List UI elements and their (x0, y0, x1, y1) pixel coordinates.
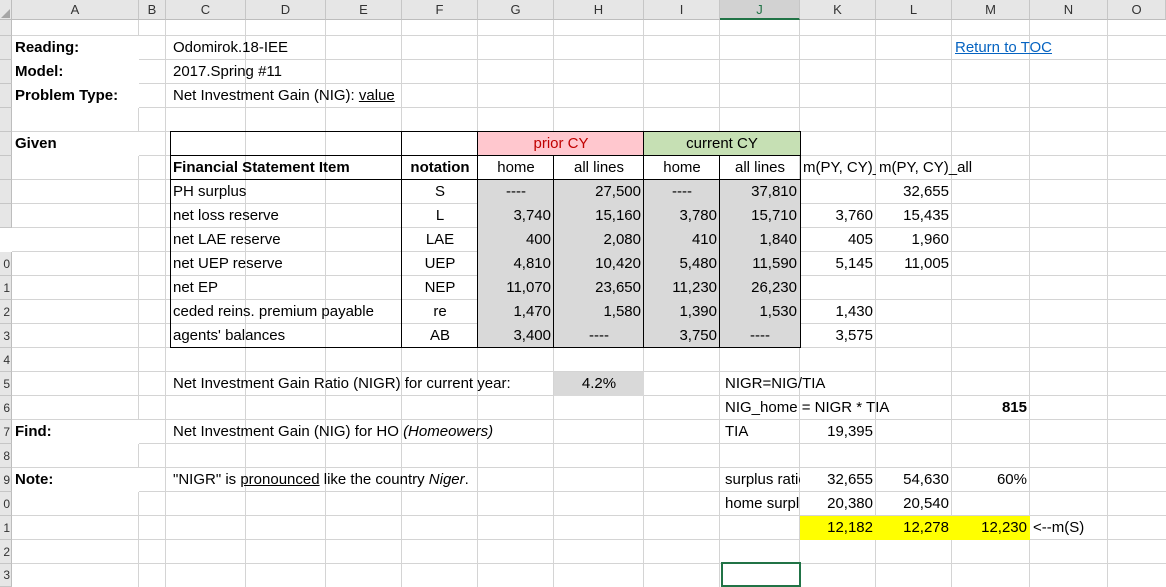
note-text-italic: Niger (428, 471, 465, 488)
column-header-o[interactable]: O (1108, 0, 1166, 20)
row-header[interactable] (0, 180, 12, 204)
m-home-value: 3,760 (835, 207, 873, 224)
row-header[interactable] (0, 204, 12, 228)
row-header[interactable] (0, 20, 12, 36)
note-text-underlined: pronounced (240, 471, 320, 488)
note-text-part: "NIGR" is (173, 471, 241, 488)
tia-label: TIA (725, 423, 749, 440)
m-home-value: 405 (847, 231, 873, 248)
nigr-value: 4.2% (554, 372, 644, 396)
row-header[interactable]: 2 (0, 300, 12, 324)
column-header-f[interactable]: F (402, 0, 478, 20)
col-m-home: m(PY, CY)_home (803, 159, 876, 176)
select-all-triangle-icon (1, 9, 10, 18)
select-all-corner[interactable] (0, 0, 12, 20)
surplus-ratio-label: surplus ratio (725, 471, 800, 488)
nig-home-formula: NIG_home = NIGR * TIA (725, 399, 890, 416)
row-header[interactable]: 2 (0, 540, 12, 564)
problem-type-label: Problem Type: (12, 84, 139, 108)
m-home-value: 3,575 (835, 327, 873, 344)
m-home-value: 5,145 (835, 255, 873, 272)
given-table-border (170, 131, 801, 348)
model-value: 2017.Spring #11 (173, 63, 282, 80)
home-surplus-a: 20,380 (827, 495, 873, 512)
row-header[interactable] (0, 60, 12, 84)
reading-label: Reading: (12, 36, 139, 60)
row-header[interactable] (0, 36, 12, 60)
model-label: Model: (12, 60, 139, 84)
home-surplus-b: 20,540 (903, 495, 949, 512)
return-to-toc-link[interactable]: Return to TOC (952, 36, 1052, 60)
problem-type-value: Net Investment Gain (NIG): value (170, 84, 398, 108)
column-header-d[interactable]: D (246, 0, 326, 20)
column-header-g[interactable]: G (478, 0, 554, 20)
row-header[interactable]: 3 (0, 324, 12, 348)
m-all-value: 1,960 (911, 231, 949, 248)
row-header[interactable]: 1 (0, 276, 12, 300)
reading-value: Odomirok.18-IEE (173, 39, 289, 56)
nig-home-result: 815 (1001, 399, 1027, 416)
m-all-value: 32,655 (903, 183, 949, 200)
note-text-part: like the country (319, 471, 429, 488)
surplus-ratio-a: 32,655 (827, 471, 873, 488)
row-header[interactable] (0, 108, 12, 132)
find-text-prefix: Net Investment Gain (NIG) for HO (173, 423, 404, 440)
home-surplus-prior: 12,182 (800, 516, 876, 540)
home-surplus-current: 12,278 (876, 516, 952, 540)
row-header[interactable]: 3 (0, 564, 12, 587)
row-header[interactable]: 0 (0, 492, 12, 516)
note-text: "NIGR" is pronounced like the country Ni… (170, 468, 472, 492)
spreadsheet-grid[interactable]: A B C D E F G H I J K L M N O 0 1 2 3 4 … (0, 0, 1166, 587)
column-header-m[interactable]: M (952, 0, 1030, 20)
surplus-ratio-pct: 60% (996, 471, 1027, 488)
col-m-all: m(PY, CY)_all (879, 159, 973, 176)
mean-surplus-note: <--m(S) (1033, 519, 1085, 536)
row-header[interactable] (0, 156, 12, 180)
column-header-k[interactable]: K (800, 0, 876, 20)
row-header[interactable]: 9 (0, 468, 12, 492)
note-text-part: . (464, 471, 469, 488)
selected-cell[interactable] (721, 562, 801, 587)
nigr-label: Net Investment Gain Ratio (NIGR) for cur… (173, 375, 511, 392)
row-header[interactable]: 6 (0, 396, 12, 420)
given-label: Given (12, 132, 139, 156)
column-header-j[interactable]: J (720, 0, 800, 20)
find-label: Find: (12, 420, 139, 444)
column-header-a[interactable]: A (12, 0, 139, 20)
row-header[interactable] (0, 84, 12, 108)
m-home-value: 1,430 (835, 303, 873, 320)
find-text: Net Investment Gain (NIG) for HO (Homeow… (170, 420, 496, 444)
row-header[interactable]: 7 (0, 420, 12, 444)
column-header-h[interactable]: H (554, 0, 644, 20)
m-all-value: 11,005 (904, 255, 949, 272)
column-header-c[interactable]: C (166, 0, 246, 20)
row-header[interactable]: 4 (0, 348, 12, 372)
surplus-ratio-b: 54,630 (903, 471, 949, 488)
row-header[interactable]: 1 (0, 516, 12, 540)
find-text-italic: (Homeowers) (403, 423, 494, 440)
home-surplus-label: home surplus (725, 495, 800, 512)
row-header[interactable]: 5 (0, 372, 12, 396)
problem-type-prefix: Net Investment Gain (NIG): (173, 87, 359, 104)
column-header-l[interactable]: L (876, 0, 952, 20)
column-header-i[interactable]: I (644, 0, 720, 20)
column-header-n[interactable]: N (1030, 0, 1108, 20)
home-surplus-mean: 12,230 (952, 516, 1030, 540)
column-header-e[interactable]: E (326, 0, 402, 20)
row-header[interactable] (0, 132, 12, 156)
tia-value: 19,395 (827, 423, 873, 440)
nigr-formula: NIGR=NIG/TIA (725, 375, 826, 392)
note-label: Note: (12, 468, 139, 492)
column-header-b[interactable]: B (139, 0, 166, 20)
m-all-value: 15,435 (903, 207, 949, 224)
problem-type-link: value (358, 87, 395, 104)
row-header[interactable]: 0 (0, 252, 12, 276)
row-header[interactable]: 8 (0, 444, 12, 468)
